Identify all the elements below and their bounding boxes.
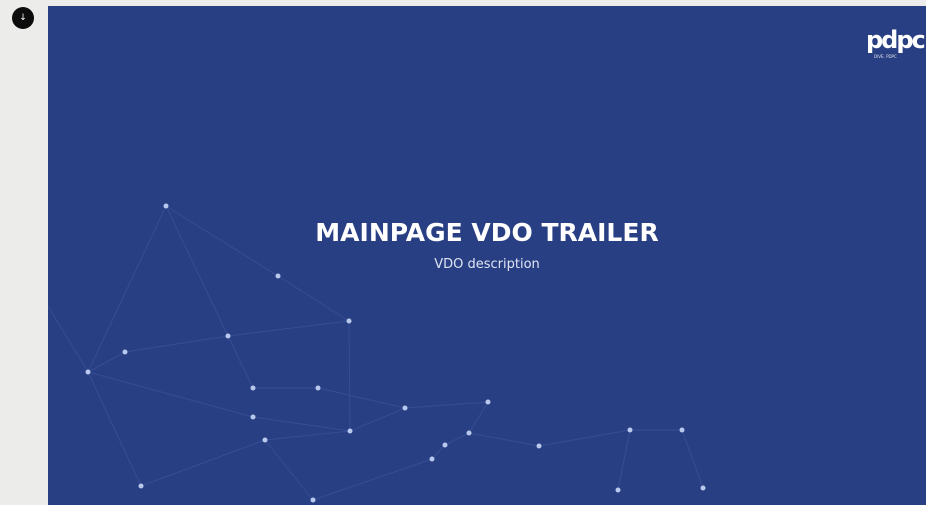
- video-title: MAINPAGE VDO TRAILER: [315, 218, 659, 247]
- network-background-graphic: [48, 203, 706, 503]
- pdpc-logo[interactable]: pdpc DIVE. PDPC: [866, 26, 926, 59]
- video-trailer-banner[interactable]: pdpc DIVE. PDPC MAINPAGE VDO TRAILER VDO…: [48, 6, 926, 505]
- logo-wordmark: pdpc: [866, 26, 926, 54]
- scroll-down-indicator[interactable]: ↓: [12, 7, 34, 29]
- video-description: VDO description: [434, 257, 540, 272]
- logo-tagline: DIVE. PDPC: [874, 54, 897, 59]
